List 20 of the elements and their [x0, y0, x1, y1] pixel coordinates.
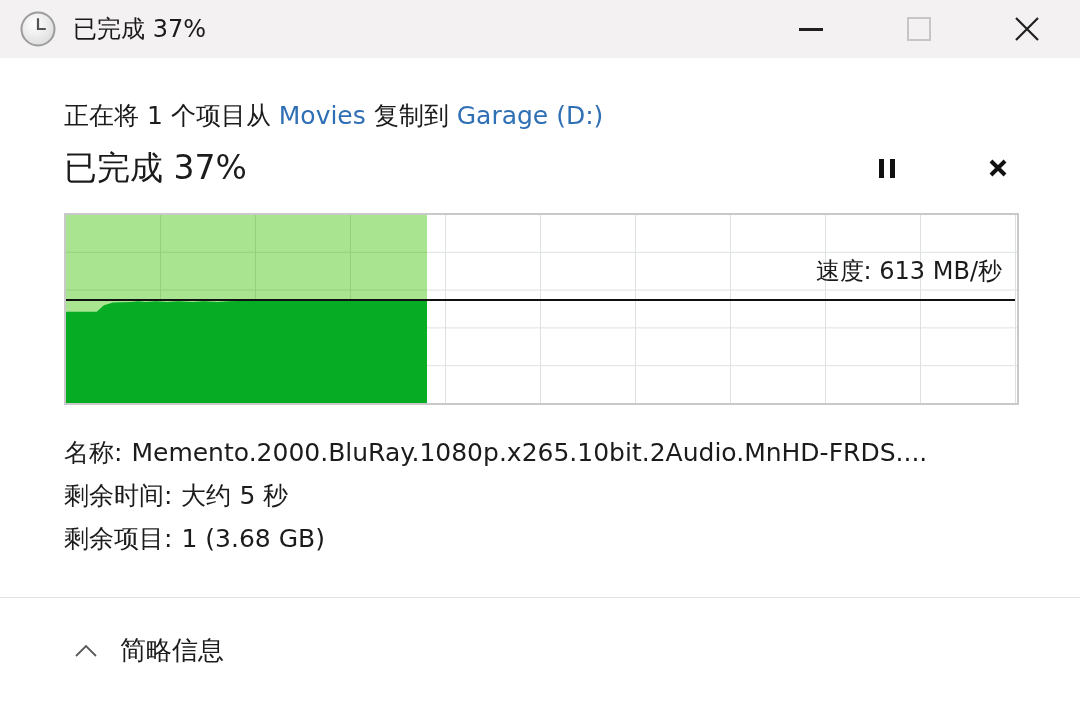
close-icon: [1015, 17, 1039, 41]
detail-label: 剩余时间:: [64, 480, 173, 512]
clock-icon: [20, 11, 56, 47]
close-icon: [989, 159, 1007, 177]
copy-summary: 正在将 1 个项目从 Movies 复制到 Garage (D:): [64, 100, 605, 132]
detail-value: 1 (3.68 GB): [181, 524, 325, 553]
progress-status: 已完成 37%: [64, 147, 247, 189]
detail-value: 大约 5 秒: [181, 480, 289, 512]
window-title: 已完成 37%: [73, 14, 206, 45]
location-link[interactable]: Movies: [278, 101, 366, 130]
pause-icon: [879, 158, 895, 178]
details-toggle-button[interactable]: 简略信息: [69, 628, 230, 672]
minimize-icon: [799, 27, 823, 31]
maximize-icon: [907, 17, 931, 41]
chevron-icon: [75, 643, 97, 657]
speed-reading: 速度: 613 MB/秒: [815, 256, 1002, 286]
detail-value: Memento.2000.BluRay.1080p.x265.10bit.2Audio.MnHD-FRDS....: [131, 438, 928, 467]
detail-label: 剩余项目:: [64, 523, 173, 555]
location-link[interactable]: Garage (D:): [456, 101, 604, 130]
detail-label: 名称:: [64, 437, 123, 469]
